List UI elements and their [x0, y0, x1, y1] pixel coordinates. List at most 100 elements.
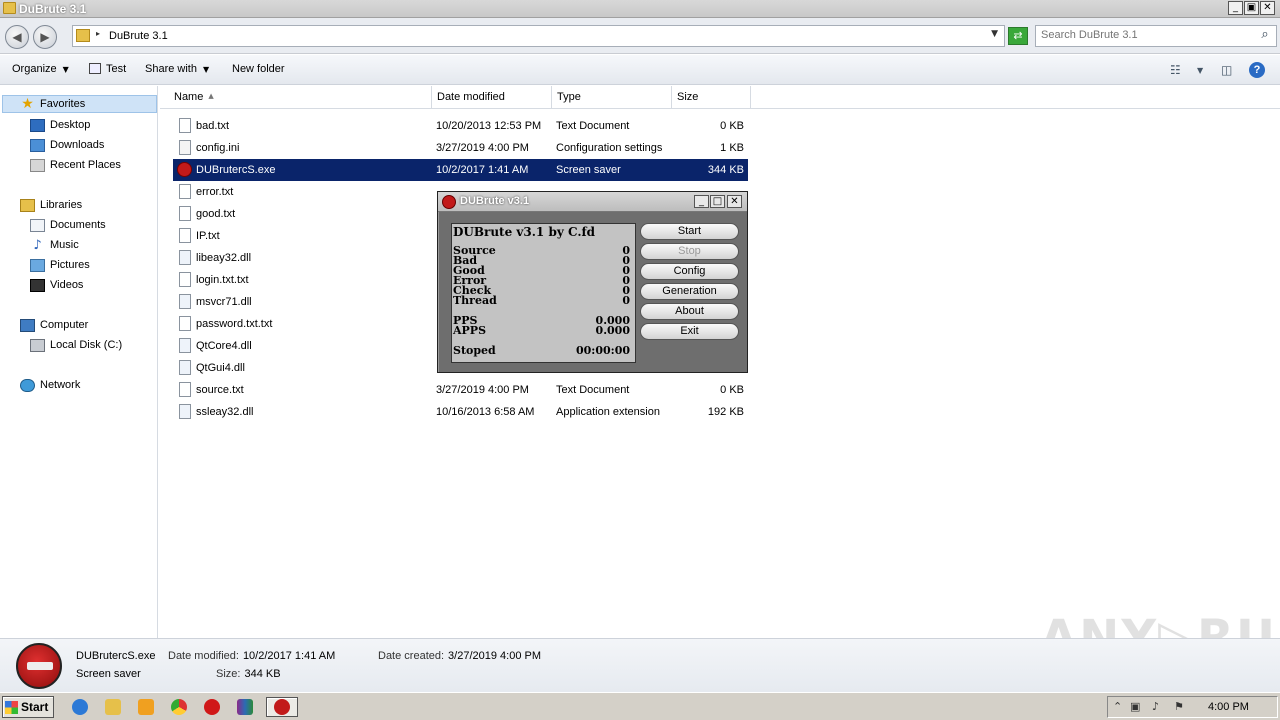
view-options-icon[interactable]: ☷ — [1170, 63, 1181, 77]
file-date: 10/16/2013 6:58 AM — [436, 406, 535, 418]
new-folder-button[interactable]: New folder — [232, 63, 285, 75]
file-row[interactable]: config.ini 3/27/2019 4:00 PM Configuration… — [173, 137, 748, 159]
network-icon — [20, 378, 35, 392]
nav-label: Videos — [50, 279, 84, 291]
exit-button[interactable]: Exit — [640, 323, 739, 340]
close-button[interactable]: ✕ — [1260, 1, 1275, 15]
nav-pictures[interactable]: Pictures — [30, 256, 90, 274]
details-pane: DUBrutercS.exe Screen saver Date modifie… — [0, 638, 1280, 692]
nav-computer[interactable]: Computer — [20, 316, 88, 334]
dubrute-title: DUBrute v3.1 — [460, 195, 530, 207]
organize-button[interactable]: Organize ▼ — [12, 63, 69, 75]
nav-libraries[interactable]: Libraries — [20, 196, 82, 214]
nav-downloads[interactable]: Downloads — [30, 136, 104, 154]
address-input[interactable]: ▸ DuBrute 3.1 ▼ — [72, 25, 1005, 47]
stat-label: Thread — [453, 294, 497, 307]
nav-recent-places[interactable]: Recent Places — [30, 156, 121, 174]
file-type: Text Document — [556, 384, 630, 396]
taskbar-dubrute[interactable] — [266, 697, 298, 717]
search-input[interactable] — [1041, 29, 1251, 41]
share-with-label: Share with — [145, 63, 197, 75]
about-button[interactable]: About — [640, 303, 739, 320]
test-button[interactable]: Test — [89, 63, 126, 75]
action-center-flag-icon[interactable]: ⚑ — [1174, 700, 1184, 713]
nav-network[interactable]: Network — [20, 376, 80, 394]
breadcrumb-arrow-icon[interactable]: ▸ — [96, 29, 100, 38]
nav-favorites[interactable]: ★ Favorites — [2, 95, 157, 113]
column-size[interactable]: Size — [672, 86, 751, 109]
videos-icon — [30, 278, 45, 292]
details-filename: DUBrutercS.exe — [76, 650, 156, 662]
file-row[interactable]: DUBrutercS.exe 10/2/2017 1:41 AM Screen sa… — [173, 159, 748, 181]
file-row[interactable]: ssleay32.dll 10/16/2013 6:58 AM Applicatio… — [173, 401, 748, 423]
volume-icon[interactable]: ♪ — [1152, 700, 1159, 713]
column-type[interactable]: Type — [552, 86, 672, 109]
maximize-button[interactable]: ▣ — [1244, 1, 1259, 15]
nav-music[interactable]: ♪ Music — [30, 236, 78, 254]
details-size: Size: 344 KB — [216, 668, 281, 680]
file-date: 10/20/2013 12:53 PM — [436, 120, 542, 132]
recent-places-icon — [30, 158, 45, 172]
dubrute-app-icon — [442, 195, 456, 209]
generation-button[interactable]: Generation — [640, 283, 739, 300]
file-name: libeay32.dll — [196, 252, 252, 264]
network-tray-icon[interactable]: ▣ — [1130, 700, 1140, 713]
search-box[interactable]: ⌕ — [1035, 25, 1277, 47]
pictures-icon — [30, 258, 45, 272]
chevron-down-icon[interactable]: ▼ — [1197, 66, 1203, 75]
taskbar-chrome[interactable] — [167, 697, 191, 717]
refresh-button[interactable]: ⇄ — [1008, 27, 1028, 45]
window-title: DuBrute 3.1 — [19, 2, 87, 16]
folder-icon — [76, 29, 90, 42]
nav-videos[interactable]: Videos — [30, 276, 83, 294]
dubrute-window: DUBrute v3.1 _ □ ✕ DUBrute v3.1 by C.fd … — [437, 191, 748, 373]
share-with-button[interactable]: Share with ▼ — [145, 63, 209, 75]
dubrute-minimize-button[interactable]: _ — [694, 195, 709, 208]
back-button[interactable]: ◀ — [5, 25, 29, 49]
taskbar-ie[interactable] — [68, 697, 92, 717]
preview-pane-icon[interactable]: ◫ — [1221, 63, 1232, 77]
forward-button[interactable]: ▶ — [33, 25, 57, 49]
breadcrumb-path[interactable]: DuBrute 3.1 — [109, 30, 168, 42]
stat-value: 0 — [622, 294, 630, 307]
computer-icon — [20, 318, 35, 332]
taskbar-winrar[interactable] — [233, 697, 257, 717]
details-size-label: Size: — [216, 668, 241, 680]
taskbar-opera[interactable] — [200, 697, 224, 717]
status-label: Stoped — [453, 344, 496, 357]
help-icon[interactable]: ? — [1249, 62, 1265, 78]
nav-documents[interactable]: Documents — [30, 216, 106, 234]
file-name: error.txt — [196, 186, 234, 198]
desktop-icon — [30, 118, 45, 132]
music-icon: ♪ — [33, 237, 42, 253]
file-row[interactable]: bad.txt 10/20/2013 12:53 PM Text Document 0… — [173, 115, 748, 137]
dubrute-maximize-button[interactable]: □ — [710, 195, 725, 208]
column-date-modified[interactable]: Date modified — [432, 86, 552, 109]
file-row[interactable]: source.txt 3/27/2019 4:00 PM Text Document… — [173, 379, 748, 401]
txt-file-icon — [179, 184, 191, 199]
nav-local-disk[interactable]: Local Disk (C:) — [30, 336, 122, 354]
config-button[interactable]: Config — [640, 263, 739, 280]
minimize-button[interactable]: _ — [1228, 1, 1243, 15]
file-date: 3/27/2019 4:00 PM — [436, 142, 529, 154]
taskbar-media-player[interactable] — [134, 697, 158, 717]
file-size: 192 KB — [707, 406, 744, 418]
media-player-icon — [138, 699, 154, 715]
details-size-value: 344 KB — [244, 668, 281, 680]
show-hidden-icons-icon[interactable]: ⌃ — [1113, 700, 1122, 713]
clock[interactable]: 4:00 PM — [1208, 701, 1249, 713]
search-icon[interactable]: ⌕ — [1256, 27, 1274, 45]
taskbar-explorer[interactable] — [101, 697, 125, 717]
dubrute-title-bar[interactable]: DUBrute v3.1 _ □ ✕ — [438, 192, 747, 212]
start-button-taskbar[interactable]: Start — [2, 696, 54, 718]
file-size: 0 KB — [720, 384, 744, 396]
chevron-down-icon[interactable]: ▼ — [991, 29, 998, 39]
dubrute-close-button[interactable]: ✕ — [727, 195, 742, 208]
column-name[interactable]: Name ▲ — [169, 86, 432, 109]
stop-button[interactable]: Stop — [640, 243, 739, 260]
file-size: 344 KB — [707, 164, 744, 176]
start-button[interactable]: Start — [640, 223, 739, 240]
txt-file-icon — [179, 316, 191, 331]
txt-file-icon — [179, 118, 191, 133]
nav-desktop[interactable]: Desktop — [30, 116, 90, 134]
